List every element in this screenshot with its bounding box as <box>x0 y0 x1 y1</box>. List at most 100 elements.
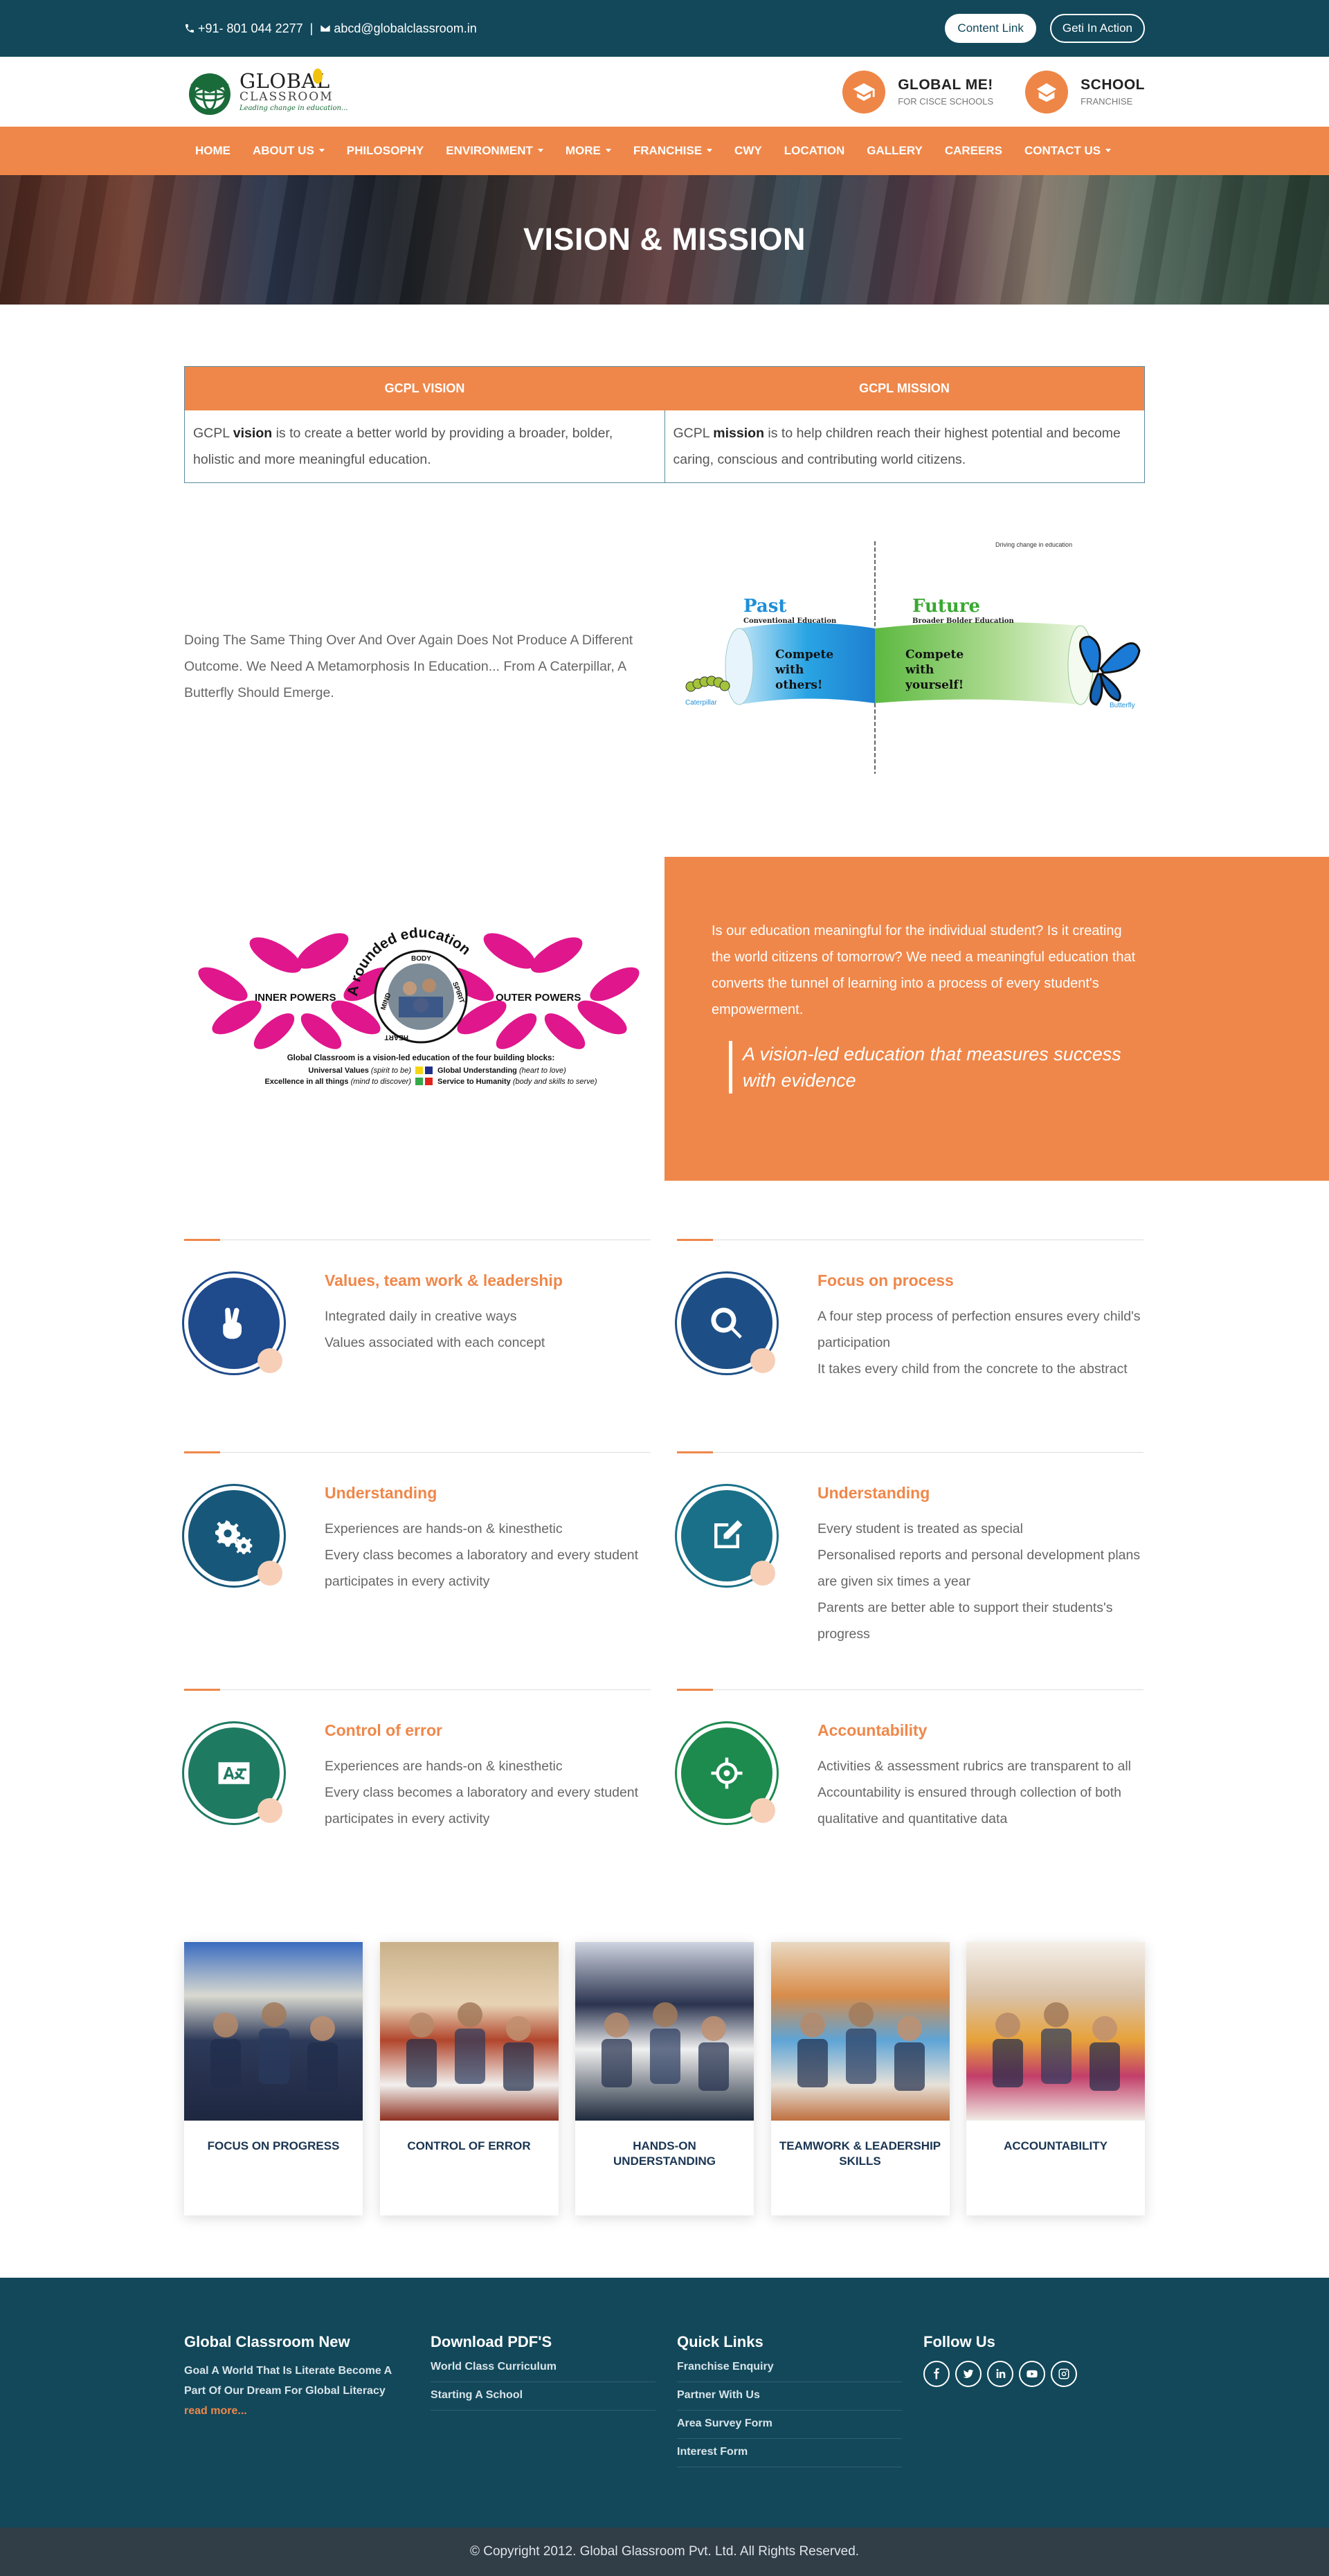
nav-label: ABOUT US <box>253 144 314 157</box>
card-caption: FOCUS ON PROGRESS <box>207 2139 340 2152</box>
card-photo <box>184 1942 363 2121</box>
nav-contact-us[interactable]: CONTACT US <box>1013 144 1122 158</box>
diagram-universal-values-note: (spirit to be) <box>371 1067 411 1075</box>
photo-card[interactable]: ACCOUNTABILITY <box>966 1942 1145 2215</box>
nav-philosophy[interactable]: PHILOSOPHY <box>336 144 435 158</box>
svg-text:Service to Humanity (body and: Service to Humanity (body and skills to … <box>437 1078 597 1086</box>
footer-downloads: Download PDF'S World Class Curriculum Sta… <box>431 2333 656 2411</box>
mission-keyword: mission <box>713 426 764 441</box>
site-footer: Global Classroom New Goal A World That I… <box>0 2278 1329 2528</box>
school-franchise-link[interactable]: SCHOOL FRANCHISE <box>1025 70 1145 114</box>
diagram-global-understanding-note: (heart to love) <box>519 1067 566 1075</box>
globe-logo-icon <box>189 73 230 115</box>
diagram-excellence-note: (mind to discover) <box>351 1078 412 1086</box>
linkedin-icon[interactable] <box>987 2361 1013 2387</box>
footer-quick-link[interactable]: Area Survey Form <box>677 2411 902 2439</box>
footer-about-text: Goal A World That Is Literate Become A P… <box>184 2365 392 2397</box>
vision-heading: GCPL VISION <box>384 381 465 395</box>
diagram-left-text: Compete with others! <box>775 648 834 692</box>
nav-cwy[interactable]: CWY <box>723 144 773 158</box>
metamorphosis-text: Doing The Same Thing Over And Over Again… <box>184 633 633 700</box>
diagram-inner-powers: INNER POWERS <box>255 992 336 1004</box>
read-more-link[interactable]: read more... <box>184 2405 247 2417</box>
facebook-icon[interactable] <box>923 2361 950 2387</box>
content-link-button[interactable]: Content Link <box>945 14 1036 43</box>
vision-keyword: vision <box>233 426 273 441</box>
footer-follow: Follow Us <box>923 2333 1077 2387</box>
diagram-past: Past <box>743 596 786 617</box>
feature-line: Every class becomes a laboratory and eve… <box>325 1785 639 1826</box>
card-caption: CONTROL OF ERROR <box>407 2139 531 2152</box>
nav-more[interactable]: MORE <box>554 144 622 158</box>
footer-download-link[interactable]: World Class Curriculum <box>431 2361 656 2382</box>
nav-about-us[interactable]: ABOUT US <box>242 144 336 158</box>
nav-label: HOME <box>195 144 230 157</box>
nav-careers[interactable]: CAREERS <box>934 144 1013 158</box>
photo-card[interactable]: HANDS-ON UNDERSTANDING <box>575 1942 754 2215</box>
feature-divider <box>677 1689 1143 1691</box>
photo-card[interactable]: CONTROL OF ERROR <box>379 1942 559 2215</box>
diagram-body: BODY <box>411 955 431 963</box>
footer-quick-link[interactable]: Franchise Enquiry <box>677 2361 902 2382</box>
nav-label: CWY <box>734 144 762 157</box>
vision-cell: GCPL vision is to create a better world … <box>185 410 665 482</box>
diagram-universal-values: Universal Values <box>308 1067 368 1075</box>
nav-gallery[interactable]: GALLERY <box>856 144 934 158</box>
feature-divider <box>184 1689 651 1691</box>
nav-environment[interactable]: ENVIRONMENT <box>435 144 554 158</box>
feature-icon-circle <box>182 1271 286 1375</box>
site-logo[interactable]: GLOBAL CLASSROOM Leading change in educa… <box>184 66 347 118</box>
diagram-past-sub: Conventional Education <box>743 617 837 625</box>
copyright-text: © Copyright 2012. Global Glassroom Pvt. … <box>469 2544 860 2559</box>
feature-line: Personalised reports and personal develo… <box>817 1548 1141 1589</box>
diagram-future-sub: Broader Bolder Education <box>912 617 1015 625</box>
footer-quick-link[interactable]: Partner With Us <box>677 2382 902 2411</box>
email-link[interactable]: abcd@globalclassroom.in <box>320 21 477 36</box>
card-photo <box>966 1942 1145 2121</box>
feature-title: Focus on process <box>817 1271 954 1289</box>
logo-line-1: GLOBAL <box>239 69 330 93</box>
diagram-butterfly: Butterfly <box>1110 702 1135 709</box>
phone-number: +91- 801 044 2277 <box>198 21 303 35</box>
card-caption: ACCOUNTABILITY <box>1004 2139 1108 2152</box>
card-photo <box>770 1942 950 2121</box>
phone-link[interactable]: +91- 801 044 2277 <box>184 21 303 36</box>
diagram-future: Future <box>912 596 980 617</box>
nav-home[interactable]: HOME <box>184 144 242 158</box>
diagram-outer-powers: OUTER POWERS <box>496 992 581 1004</box>
separator: | <box>309 21 314 35</box>
feature-line: Values associated with each concept <box>325 1335 545 1350</box>
caret-down-icon <box>537 149 543 152</box>
card-caption: HANDS-ON UNDERSTANDING <box>613 2139 716 2168</box>
footer-download-link[interactable]: Starting A School <box>431 2382 656 2411</box>
svg-text:Universal Values (spirit to be: Universal Values (spirit to be) <box>308 1067 411 1075</box>
nav-label: CAREERS <box>944 144 1002 157</box>
footer-quick-link[interactable]: Interest Form <box>677 2439 902 2467</box>
footer-downloads-title: Download PDF'S <box>431 2333 552 2350</box>
school-title: SCHOOL <box>1081 77 1145 93</box>
card-photo <box>379 1942 559 2121</box>
photo-card[interactable]: FOCUS ON PROGRESS <box>184 1942 363 2215</box>
rounded-education-diagram: INNER POWERS OUTER POWERS A rounded educ… <box>198 927 640 1086</box>
feature-divider <box>184 1451 651 1453</box>
instagram-icon[interactable] <box>1051 2361 1077 2387</box>
feature-line: Every student is treated as special <box>817 1521 1023 1536</box>
feature-line: Parents are better able to support their… <box>817 1600 1113 1642</box>
youtube-icon[interactable] <box>1019 2361 1045 2387</box>
global-me-link[interactable]: GLOBAL ME! FOR CISCE SCHOOLS <box>842 70 993 114</box>
nav-label: PHILOSOPHY <box>346 144 424 157</box>
feature-title: Accountability <box>817 1721 928 1739</box>
feature-title: Control of error <box>325 1721 442 1739</box>
geti-in-action-button[interactable]: Geti In Action <box>1049 14 1145 43</box>
nav-franchise[interactable]: FRANCHISE <box>622 144 723 158</box>
site-header: GLOBAL CLASSROOM Leading change in educa… <box>0 57 1329 127</box>
meaningful-education-text: Is our education meaningful for the indi… <box>712 923 1136 1017</box>
feature-icon-circle <box>182 1721 286 1825</box>
twitter-icon[interactable] <box>955 2361 982 2387</box>
photo-card[interactable]: TEAMWORK & LEADERSHIP SKILLS <box>770 1942 950 2215</box>
feature-line: Experiences are hands-on & kinesthetic <box>325 1759 563 1774</box>
main-nav: HOME ABOUT US PHILOSOPHY ENVIRONMENT MORE FRA… <box>0 127 1329 175</box>
nav-location[interactable]: LOCATION <box>773 144 856 158</box>
top-bar: +91- 801 044 2277 | abcd@globalclassroom… <box>0 0 1329 57</box>
copyright-bar: © Copyright 2012. Global Glassroom Pvt. … <box>0 2528 1329 2576</box>
